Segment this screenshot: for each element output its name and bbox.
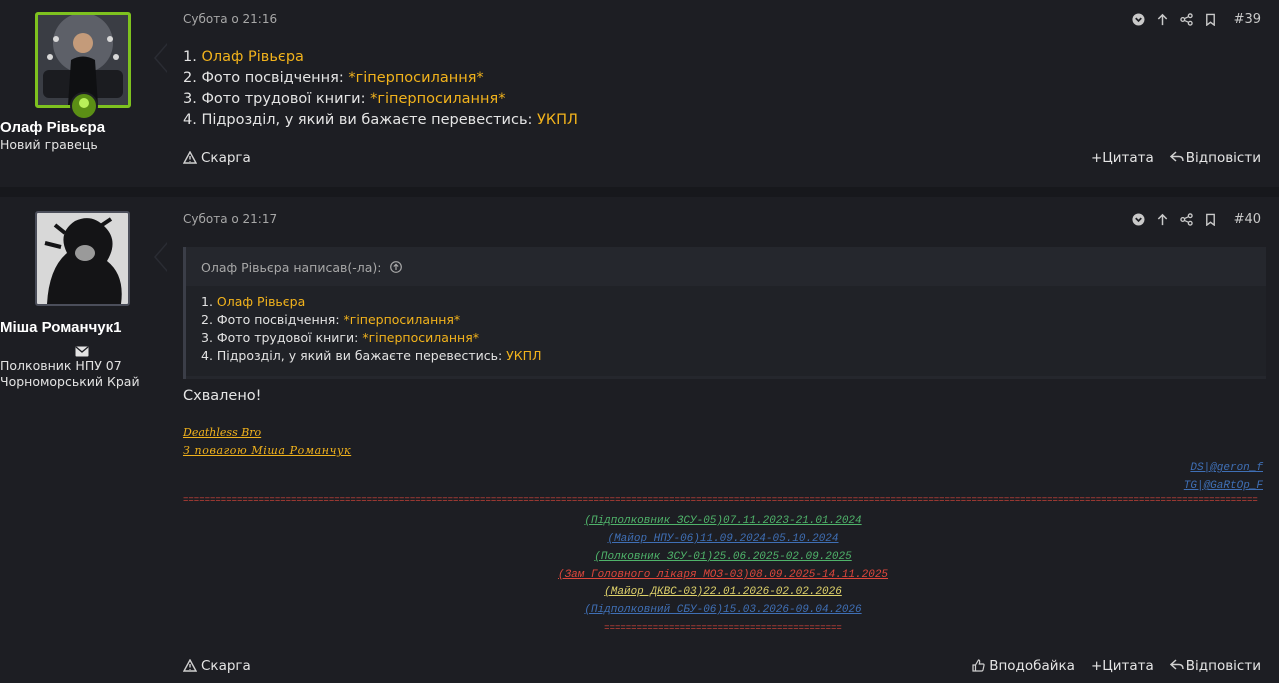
post-date[interactable]: Субота о 21:17 [183,212,277,226]
reply-button[interactable]: Відповісти [1169,150,1261,166]
avatar[interactable] [35,211,130,306]
post-arrow [154,43,168,73]
share-icon[interactable] [1180,12,1194,27]
post-actions: #40 [1132,212,1261,227]
reply-icon [1169,659,1184,670]
user-title: Новий гравець [0,137,98,152]
history-item[interactable]: (Зам Головного лікаря МОЗ-03)08.09.2025-… [183,569,1263,581]
author-name[interactable]: Міша Романчук1 [0,319,165,336]
quote-button[interactable]: +Цитата [1091,150,1154,166]
list-item: 4. Підрозділ, у який ви бажаєте перевест… [183,112,578,128]
history-item[interactable]: (Підполковник ЗСУ-05)07.11.2023-21.01.20… [183,515,1263,527]
share-icon[interactable] [1180,212,1194,227]
history-item[interactable]: (Підполковний СБУ-06)15.03.2026-09.04.20… [183,604,1263,616]
post-arrow [154,242,168,272]
bookmark-icon[interactable] [1204,213,1218,227]
quote-button[interactable]: +Цитата [1091,658,1154,674]
quote-body: 1. Олаф Рівьєра 2. Фото посвідчення: *гі… [186,286,1266,376]
post-39: Олаф Рівьєра Новий гравець Субота о 21:1… [0,0,1279,187]
history-item[interactable]: (Майор ДКВС-03)22.01.2026-02.02.2026 [183,586,1263,598]
list-item: 4. Підрозділ, у який ви бажаєте перевест… [201,348,542,363]
plus-icon: + [1090,658,1103,674]
arrow-up-icon[interactable] [1156,13,1170,27]
thumbs-up-icon [972,659,985,672]
warning-icon [182,150,198,164]
warning-icon [182,658,198,672]
quote-block: Олаф Рівьєра написав(-ла): 1. Олаф Рівьє… [183,247,1266,379]
history-item[interactable]: (Майор НПУ-06)11.09.2024-05.10.2024 [183,533,1263,545]
list-item: 2. Фото посвідчення: *гіперпосилання* [183,70,484,86]
value-highlight: *гіперпосилання* [348,70,484,86]
report-button[interactable]: Скарга [182,150,251,166]
plus-icon: + [1090,150,1103,166]
signature-regards[interactable]: З повагою Міша Романчук [183,444,351,457]
post-actions: #39 [1132,12,1261,27]
value-highlight: *гіперпосилання* [370,91,506,107]
telegram-link[interactable]: TG|@GaRtOp_F [1184,480,1263,492]
value-highlight: УКПЛ [537,112,578,128]
reply-button[interactable]: Відповісти [1169,658,1261,674]
list-item: 3. Фото трудової книги: *гіперпосилання* [201,330,479,345]
value-highlight: Олаф Рівьєра [201,49,304,65]
list-item: 1. Олаф Рівьєра [183,49,304,65]
post-number[interactable]: #39 [1234,12,1261,27]
signature-separator-short: ========================================… [604,623,842,633]
post-footer: Скарга +Цитата Відповісти [182,150,1261,166]
user-location: Чорноморський Край [0,374,140,389]
like-button[interactable]: Вподобайка [972,658,1075,674]
post-content: 1. Олаф Рівьєра 2. Фото посвідчення: *гі… [183,47,578,131]
user-title: Полковник НПУ 07 [0,358,122,373]
chevron-down-icon[interactable] [1132,12,1146,27]
signature-name[interactable]: Deathless Bro [183,426,261,439]
post-date[interactable]: Субота о 21:16 [183,12,277,26]
history-item[interactable]: (Полковник ЗСУ-01)25.06.2025-02.09.2025 [183,551,1263,563]
post-40: Міша Романчук1 Полковник НПУ 07 Чорномор… [0,197,1279,683]
signature-separator: ========================================… [183,495,1258,505]
discord-link[interactable]: DS|@geron_f [1190,462,1263,474]
post-footer: Скарга Вподобайка +Цитата Відповісти [182,658,1261,674]
author-name[interactable]: Олаф Рівьєра [0,119,165,136]
list-item: 2. Фото посвідчення: *гіперпосилання* [201,312,461,327]
post-number[interactable]: #40 [1234,212,1261,227]
arrow-up-circle-icon[interactable] [390,261,403,273]
online-badge-icon [70,92,98,120]
bookmark-icon[interactable] [1204,13,1218,27]
list-item: 1. Олаф Рівьєра [201,294,306,309]
report-button[interactable]: Скарга [182,658,251,674]
quote-header[interactable]: Олаф Рівьєра написав(-ла): [186,247,1266,286]
reply-icon [1169,151,1184,162]
list-item: 3. Фото трудової книги: *гіперпосилання* [183,91,506,107]
post-message: Схвалено! [183,388,262,404]
chevron-down-icon[interactable] [1132,212,1146,227]
arrow-up-icon[interactable] [1156,213,1170,227]
